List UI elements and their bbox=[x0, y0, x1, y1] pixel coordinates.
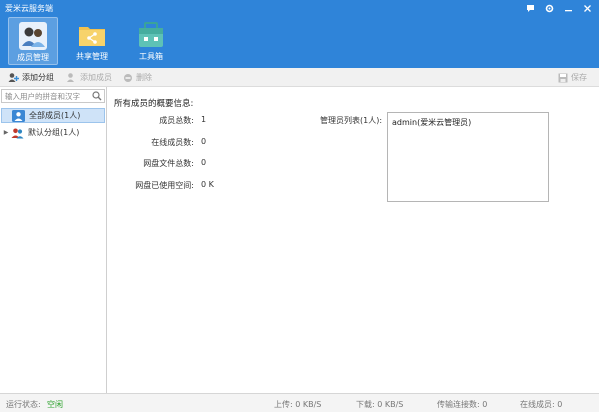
window-title: 爱米云服务端 bbox=[5, 4, 53, 13]
members-icon bbox=[19, 22, 47, 50]
admin-list[interactable]: admin(爱米云管理员) bbox=[387, 112, 549, 202]
admin-list-label: 管理员列表(1人): bbox=[320, 116, 383, 125]
run-status-value: 空闲 bbox=[47, 400, 63, 409]
download-speed: 下载: 0 KB/S bbox=[356, 400, 404, 409]
stat-value-online-members: 0 bbox=[201, 137, 207, 146]
stat-value-used-space: 0 K bbox=[201, 180, 214, 189]
nav-member-management[interactable]: 成员管理 bbox=[8, 17, 58, 65]
search-input[interactable] bbox=[5, 91, 91, 102]
upload-speed: 上传: 0 KB/S bbox=[274, 400, 322, 409]
run-status-label: 运行状态: bbox=[6, 400, 41, 409]
admin-list-item[interactable]: admin(爱米云管理员) bbox=[392, 117, 471, 128]
stat-label-member-total: 成员总数: bbox=[159, 116, 194, 125]
stat-label-used-space: 网盘已使用空间: bbox=[135, 181, 194, 190]
main-nav: 成员管理 共享管理 工具箱 bbox=[8, 17, 176, 65]
group-icon bbox=[11, 128, 24, 138]
toolbar: 添加分组 添加成员 删除 保存 bbox=[0, 68, 599, 87]
add-member-icon bbox=[67, 73, 74, 82]
delete-label: 删除 bbox=[136, 73, 152, 82]
tree-item-default-group[interactable]: ▶ 默认分组(1人) bbox=[1, 125, 105, 140]
member-group-icon bbox=[12, 109, 25, 122]
online-member-count: 在线成员: 0 bbox=[520, 400, 563, 409]
add-member-button[interactable]: 添加成员 bbox=[66, 71, 112, 84]
add-group-button[interactable]: 添加分组 bbox=[8, 71, 54, 84]
save-button[interactable]: 保存 bbox=[558, 71, 587, 84]
nav-label: 成员管理 bbox=[17, 53, 49, 62]
delete-button[interactable]: 删除 bbox=[123, 71, 152, 84]
share-folder-icon bbox=[79, 27, 105, 46]
settings-icon[interactable] bbox=[541, 2, 557, 16]
tree-item-label: 默认分组(1人) bbox=[28, 128, 80, 137]
toolbox-icon bbox=[139, 22, 163, 47]
expand-arrow-icon[interactable]: ▶ bbox=[1, 129, 11, 136]
stat-value-member-total: 1 bbox=[201, 115, 207, 124]
stat-value-file-total: 0 bbox=[201, 158, 207, 167]
tree-item-label: 全部成员(1人) bbox=[29, 111, 81, 120]
minimize-icon[interactable] bbox=[560, 2, 576, 16]
statusbar: 运行状态: 空闲 上传: 0 KB/S 下载: 0 KB/S 传输连接数: 0 … bbox=[0, 393, 599, 412]
delete-icon bbox=[124, 73, 132, 82]
save-label: 保存 bbox=[571, 73, 587, 82]
overview-title: 所有成员的概要信息: bbox=[114, 99, 194, 109]
overview-panel: 所有成员的概要信息: 成员总数: 1 在线成员数: 0 网盘文件总数: 0 网盘… bbox=[108, 87, 599, 393]
window-controls bbox=[522, 2, 595, 16]
nav-toolbox[interactable]: 工具箱 bbox=[126, 17, 176, 65]
add-member-label: 添加成员 bbox=[80, 73, 112, 82]
stat-label-online-members: 在线成员数: bbox=[151, 138, 194, 147]
connection-count: 传输连接数: 0 bbox=[437, 400, 488, 409]
add-group-label: 添加分组 bbox=[22, 73, 54, 82]
close-icon[interactable] bbox=[579, 2, 595, 16]
nav-label: 共享管理 bbox=[76, 52, 108, 61]
add-group-icon bbox=[8, 73, 19, 82]
save-icon bbox=[558, 73, 568, 82]
sidebar: 全部成员(1人) ▶ 默认分组(1人) bbox=[0, 87, 107, 393]
search-box bbox=[1, 89, 105, 103]
stat-label-file-total: 网盘文件总数: bbox=[143, 159, 194, 168]
titlebar: 爱米云服务端 成员管理 共享管理 工具箱 bbox=[0, 0, 599, 68]
feedback-icon[interactable] bbox=[522, 2, 538, 16]
tree-item-all-members[interactable]: 全部成员(1人) bbox=[1, 108, 105, 123]
nav-label: 工具箱 bbox=[139, 52, 163, 61]
nav-share-management[interactable]: 共享管理 bbox=[67, 17, 117, 65]
search-icon[interactable] bbox=[92, 91, 102, 101]
